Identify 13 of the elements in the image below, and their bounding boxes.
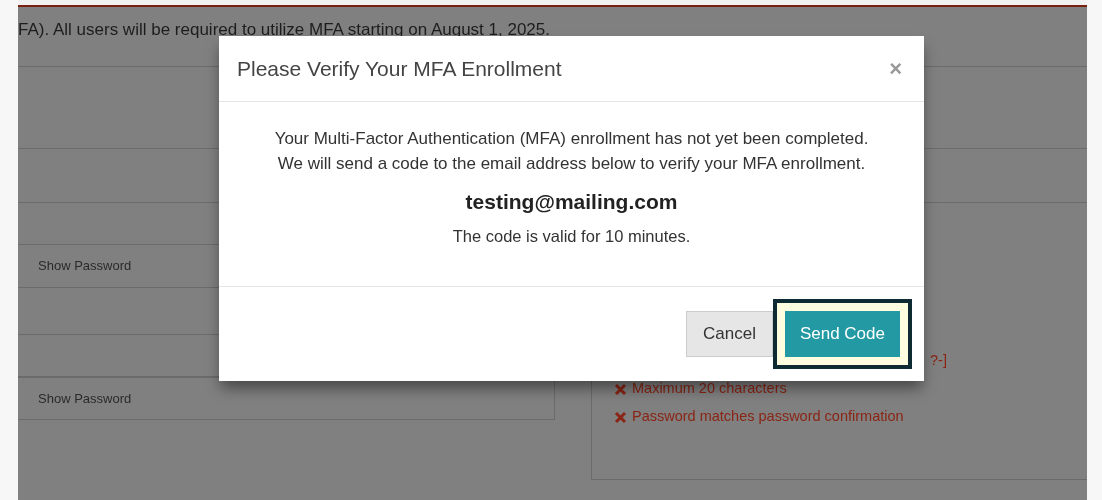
message-text: We will send a code to the email address below to verify your MFA enrollment. bbox=[276, 153, 867, 175]
rule-text: Maximum 20 characters bbox=[632, 379, 787, 399]
rule-text: ?-] bbox=[930, 351, 947, 371]
notice-text: FA). All users will be required to utilize MFA starting on August 1, 2025. bbox=[18, 19, 551, 40]
rule-text: Password matches password confirmation bbox=[632, 407, 904, 427]
show-password-toggle[interactable]: Show Password bbox=[38, 256, 132, 276]
close-button[interactable]: × bbox=[885, 57, 906, 80]
message-text: Your Multi-Factor Authentication (MFA) enrollment has not yet been completed. bbox=[273, 128, 870, 150]
show-password-toggle[interactable]: Show Password bbox=[38, 388, 132, 409]
modal-title: Please Verify Your MFA Enrollment bbox=[237, 55, 562, 82]
email-address: testing@mailing.com bbox=[464, 189, 679, 215]
validity-text: The code is valid for 10 minutes. bbox=[451, 225, 692, 247]
cancel-button[interactable]: Cancel bbox=[686, 311, 773, 357]
